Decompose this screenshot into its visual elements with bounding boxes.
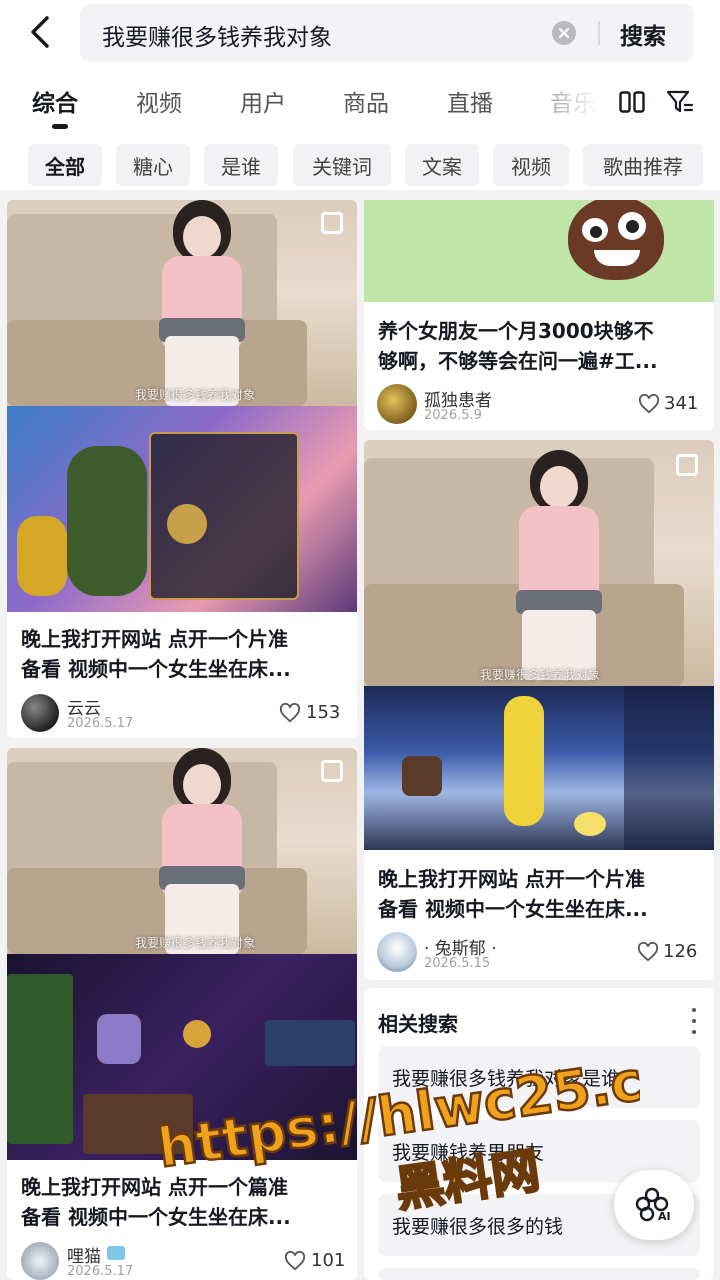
multi-image-icon (321, 212, 343, 234)
related-search-item[interactable]: 我要赚很多钱养我对象是谁 (378, 1046, 700, 1108)
tab-video[interactable]: 视频 (136, 84, 182, 118)
tab-fade-overlay (540, 84, 610, 124)
related-search-item[interactable] (378, 1268, 700, 1280)
search-divider (598, 21, 600, 45)
result-card[interactable]: 我要赚很多钱养我对象 晚上我打开网站 点开一个片准 备看 视频中一个女生坐在床.… (7, 200, 357, 738)
heart-outline-icon[interactable] (638, 394, 660, 414)
card-title-line1: 晚上我打开网站 点开一个篇准 (21, 1175, 288, 1199)
post-date: 2026.5.17 (67, 1264, 134, 1279)
verified-badge-icon (107, 1246, 125, 1260)
filter-icon (666, 90, 694, 113)
search-query-text: 我要赚很多钱养我对象 (102, 25, 332, 51)
double-column-icon (619, 91, 645, 113)
chip-video[interactable]: 视频 (493, 144, 569, 186)
card-thumbnail: 我要赚很多钱养我对象 (7, 200, 357, 406)
card-thumbnail: 我要赚很多钱养我对象 (364, 440, 714, 686)
result-card[interactable]: 我要赚很多钱养我对象 晚上我打开网站 点开一个篇准 备看 视频中一个女生坐在床.… (7, 748, 357, 1280)
like-count: 153 (306, 702, 341, 723)
avatar[interactable] (21, 694, 59, 732)
card-thumbnail: 我要赚很多钱养我对象 (7, 748, 357, 954)
avatar[interactable] (377, 384, 417, 424)
like-count: 101 (311, 1250, 346, 1271)
filter-chips: 全部 糖心 是谁 关键词 文案 视频 歌曲推荐 (0, 144, 720, 188)
chip-copywriting[interactable]: 文案 (405, 144, 479, 186)
chip-all[interactable]: 全部 (28, 144, 102, 186)
svg-text:AI: AI (658, 1210, 671, 1223)
chevron-left-icon (31, 16, 49, 48)
chip-song-recommendation[interactable]: 歌曲推荐 (583, 144, 703, 186)
card-thumbnail-game (364, 686, 714, 850)
tab-live[interactable]: 直播 (447, 84, 493, 118)
back-button[interactable] (18, 10, 62, 54)
tab-comprehensive[interactable]: 综合 (32, 84, 78, 118)
chip-tangxin[interactable]: 糖心 (116, 144, 190, 186)
avatar[interactable] (377, 932, 417, 972)
tab-users[interactable]: 用户 (240, 84, 286, 118)
thumbnail-caption: 我要赚很多钱养我对象 (480, 668, 601, 682)
card-thumbnail-game (7, 954, 357, 1160)
card-thumbnail (364, 200, 714, 302)
card-title-line1: 晚上我打开网站 点开一个片准 (21, 627, 288, 651)
search-input[interactable]: 我要赚很多钱养我对象 搜索 (80, 4, 694, 62)
clear-button[interactable] (552, 21, 576, 45)
search-results-page: 我要赚很多钱养我对象 搜索 综合 视频 用户 商品 直播 音乐 (0, 0, 720, 1280)
like-count: 341 (664, 393, 699, 414)
card-title-line2: 备看 视频中一个女生坐在床... (21, 657, 291, 681)
clear-icon (558, 27, 570, 39)
multi-image-icon (321, 760, 343, 782)
emoji-character (568, 200, 664, 280)
result-tabs: 综合 视频 用户 商品 直播 音乐 (0, 84, 720, 132)
search-button[interactable]: 搜索 (620, 17, 666, 51)
thumbnail-caption: 我要赚很多钱养我对象 (135, 936, 256, 950)
result-card[interactable]: 养个女朋友一个月3000块够不 够啊，不够等会在问一遍#工... 孤独患者 20… (364, 200, 714, 430)
card-title-line2: 够啊，不够等会在问一遍#工... (378, 349, 658, 373)
search-header: 我要赚很多钱养我对象 搜索 综合 视频 用户 商品 直播 音乐 (0, 0, 720, 190)
avatar[interactable] (21, 1242, 59, 1280)
post-date: 2026.5.9 (424, 408, 482, 423)
layout-toggle-button[interactable] (616, 86, 648, 118)
like-count: 126 (663, 941, 698, 962)
card-title-line1: 养个女朋友一个月3000块够不 (378, 319, 654, 343)
chip-who[interactable]: 是谁 (204, 144, 278, 186)
card-title-line2: 备看 视频中一个女生坐在床... (378, 897, 648, 921)
related-searches-title: 相关搜索 (378, 1012, 458, 1036)
chip-keywords[interactable]: 关键词 (293, 144, 391, 186)
heart-outline-icon[interactable] (637, 942, 659, 962)
card-title-line2: 备看 视频中一个女生坐在床... (21, 1205, 291, 1229)
card-title-line1: 晚上我打开网站 点开一个片准 (378, 867, 645, 891)
more-options-icon[interactable] (684, 1008, 704, 1034)
heart-outline-icon[interactable] (284, 1251, 306, 1271)
filter-button[interactable] (664, 86, 696, 118)
heart-outline-icon[interactable] (279, 703, 301, 723)
card-thumbnail-game (7, 406, 357, 612)
result-card[interactable]: 我要赚很多钱养我对象 晚上我打开网站 点开一个片准 备看 视频中一个女生坐在床.… (364, 440, 714, 980)
active-tab-indicator (52, 124, 68, 129)
ai-assistant-icon: AI (635, 1187, 671, 1223)
ai-assistant-button[interactable]: AI (614, 1170, 694, 1240)
post-date: 2026.5.17 (67, 716, 134, 731)
multi-image-icon (676, 454, 698, 476)
thumbnail-caption: 我要赚很多钱养我对象 (135, 388, 256, 402)
tab-products[interactable]: 商品 (343, 84, 389, 118)
post-date: 2026.5.15 (424, 956, 491, 971)
